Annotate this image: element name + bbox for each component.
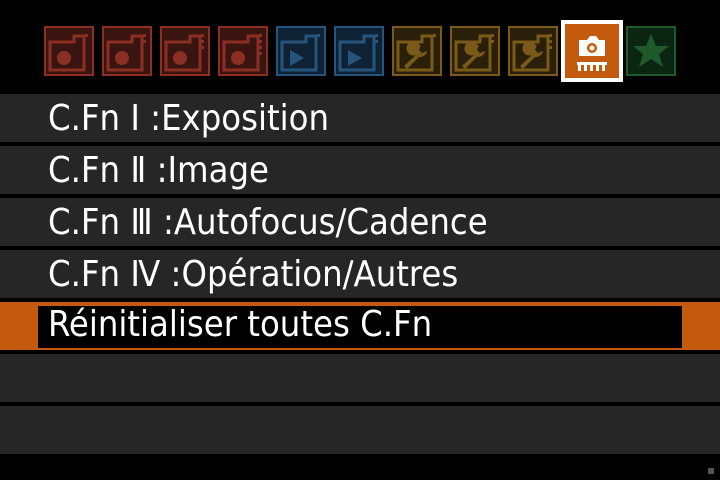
scroll-indicator (708, 468, 714, 474)
menu-item-empty-2 (0, 404, 720, 454)
wrench-setup-2-icon[interactable] (450, 26, 500, 76)
custom-functions-menu: C.Fn Ⅰ :Exposition C.Fn Ⅱ :Image C.Fn Ⅲ … (0, 92, 720, 456)
menu-item-label: C.Fn Ⅰ :Exposition (48, 98, 330, 139)
menu-item-empty-1 (0, 352, 720, 402)
my-menu-star-icon[interactable] (626, 26, 676, 76)
menu-item-label: C.Fn Ⅱ :Image (48, 150, 269, 191)
menu-tab-bar (0, 0, 720, 92)
menu-item-cfn-4[interactable]: C.Fn Ⅳ :Opération/Autres (0, 248, 720, 298)
camera-shooting-red-2-icon[interactable] (102, 26, 152, 76)
menu-item-label: C.Fn Ⅲ :Autofocus/Cadence (48, 202, 488, 243)
camera-shooting-red-3-icon[interactable] (160, 26, 210, 76)
menu-item-label: C.Fn Ⅳ :Opération/Autres (48, 254, 459, 295)
wrench-setup-1-icon[interactable] (392, 26, 442, 76)
camera-shooting-red-4-icon[interactable] (218, 26, 268, 76)
camera-shooting-red-1-icon[interactable] (44, 26, 94, 76)
playback-blue-1-icon[interactable] (276, 26, 326, 76)
menu-item-cfn-1[interactable]: C.Fn Ⅰ :Exposition (0, 92, 720, 142)
menu-item-cfn-2[interactable]: C.Fn Ⅱ :Image (0, 144, 720, 194)
playback-blue-2-icon[interactable] (334, 26, 384, 76)
custom-functions-camera-icon[interactable] (561, 20, 623, 82)
wrench-setup-3-icon[interactable] (508, 26, 558, 76)
menu-item-cfn-3[interactable]: C.Fn Ⅲ :Autofocus/Cadence (0, 196, 720, 246)
menu-item-label: Réinitialiser toutes C.Fn (48, 304, 433, 345)
menu-item-reset-all[interactable]: Réinitialiser toutes C.Fn (0, 300, 720, 350)
